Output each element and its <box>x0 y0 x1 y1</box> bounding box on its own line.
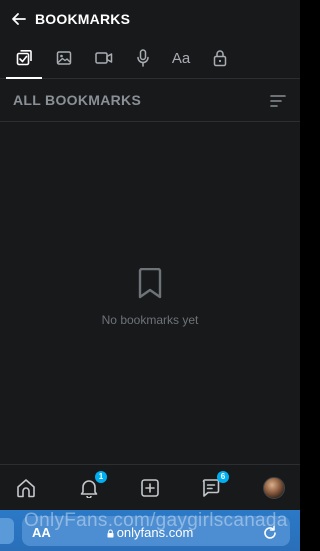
video-icon <box>95 52 113 64</box>
section-header: ALL BOOKMARKS <box>0 79 300 122</box>
home-icon <box>17 479 35 498</box>
nav-add[interactable] <box>137 475 163 501</box>
reload-icon[interactable] <box>262 525 278 541</box>
browser-bar: AA onlyfans.com <box>0 510 300 551</box>
url-display[interactable]: onlyfans.com <box>0 525 300 540</box>
page-title: BOOKMARKS <box>35 11 131 27</box>
notification-badge: 1 <box>95 471 107 483</box>
section-title: ALL BOOKMARKS <box>13 92 142 108</box>
tab-text[interactable]: Aa <box>167 38 195 78</box>
tab-videos[interactable] <box>90 38 118 78</box>
tab-locked[interactable] <box>206 38 234 78</box>
lock-icon <box>213 50 227 67</box>
image-icon <box>56 51 72 65</box>
url-text: onlyfans.com <box>116 525 194 540</box>
app-screen: BOOKMARKS Aa ALL BOOKMARKS No bookmarks … <box>0 0 300 551</box>
tab-bar: Aa <box>0 38 300 79</box>
empty-message: No bookmarks yet <box>101 313 199 327</box>
microphone-icon <box>137 49 149 67</box>
back-button[interactable] <box>9 9 29 29</box>
sort-button[interactable] <box>268 91 288 111</box>
nav-messages[interactable]: 6 <box>198 471 229 501</box>
bottom-nav: 1 6 <box>0 464 300 511</box>
messages-badge: 6 <box>217 471 229 483</box>
check-square-icon <box>16 50 32 66</box>
nav-profile[interactable] <box>261 475 287 501</box>
nav-notifications[interactable]: 1 <box>76 471 107 501</box>
tab-audio[interactable] <box>129 38 157 78</box>
nav-home[interactable] <box>13 475 39 501</box>
tab-all[interactable] <box>6 38 42 79</box>
sort-lines-icon <box>270 95 286 107</box>
empty-state: No bookmarks yet <box>0 268 300 327</box>
lock-icon <box>107 529 114 538</box>
avatar <box>263 477 285 499</box>
text-icon: Aa <box>171 49 191 67</box>
header: BOOKMARKS <box>0 0 300 38</box>
plus-square-icon <box>141 479 159 497</box>
arrow-left-icon <box>12 13 26 25</box>
tab-photos[interactable] <box>50 38 78 78</box>
bookmark-icon <box>138 268 162 299</box>
